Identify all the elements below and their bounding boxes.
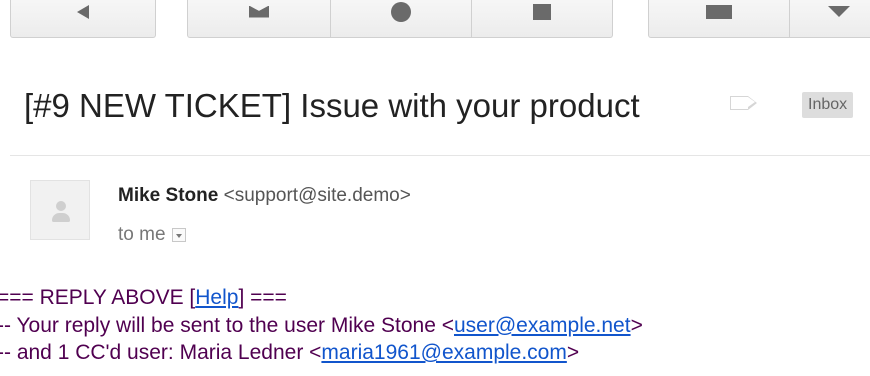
email-view: [#9 NEW TICKET] Issue with your product …: [0, 0, 870, 376]
body-line-1-prefix: === REPLY ABOVE [: [0, 286, 196, 309]
recipient-text: to me: [118, 224, 166, 245]
archive-icon: [249, 5, 269, 18]
body-line-3-prefix: -- and 1 CC'd user: Maria Ledner <: [0, 341, 322, 364]
report-spam-button[interactable]: [330, 0, 472, 38]
avatar-person-body: [52, 213, 70, 222]
sender-email: <support@site.demo>: [223, 185, 411, 206]
body-line-1-suffix: ] ===: [238, 286, 287, 309]
help-link[interactable]: Help: [195, 286, 238, 309]
body-line-2: -- Your reply will be sent to the user M…: [0, 312, 870, 340]
show-details-chevron-down-icon[interactable]: [171, 228, 186, 242]
sender-name[interactable]: Mike Stone: [118, 185, 218, 206]
email-subject: [#9 NEW TICKET] Issue with your product: [24, 87, 640, 124]
more-icon: [828, 6, 850, 17]
body-line-3-suffix: >: [566, 341, 580, 364]
sender-line: Mike Stone <support@site.demo>: [118, 185, 411, 207]
divider: [10, 155, 870, 156]
body-line-2-prefix: -- Your reply will be sent to the user M…: [0, 313, 454, 337]
spam-icon: [391, 1, 411, 22]
cc-email-link[interactable]: maria1961@example.com: [321, 341, 566, 364]
body-line-3: -- and 1 CC'd user: Maria Ledner <maria1…: [0, 339, 870, 367]
archive-button[interactable]: [187, 0, 331, 38]
move-to-button[interactable]: [648, 0, 790, 38]
toolbar: [0, 0, 870, 42]
avatar[interactable]: [30, 180, 90, 240]
reply-button[interactable]: [10, 0, 156, 38]
avatar-person-icon: [56, 201, 66, 211]
more-button[interactable]: [789, 0, 870, 38]
inbox-label-badge[interactable]: Inbox: [802, 92, 854, 118]
body-line-2-suffix: >: [630, 313, 643, 337]
delete-button[interactable]: [471, 0, 613, 38]
email-body: === REPLY ABOVE [Help] === -- Your reply…: [0, 284, 870, 367]
recipient-line: to me: [118, 224, 186, 246]
body-line-1: === REPLY ABOVE [Help] ===: [0, 284, 870, 312]
label-icon[interactable]: [730, 95, 757, 110]
user-email-link[interactable]: user@example.net: [454, 314, 631, 337]
subject-row: [#9 NEW TICKET] Issue with your product …: [24, 84, 870, 128]
reply-icon: [77, 4, 89, 19]
folder-icon: [706, 4, 732, 19]
delete-icon: [533, 3, 551, 20]
